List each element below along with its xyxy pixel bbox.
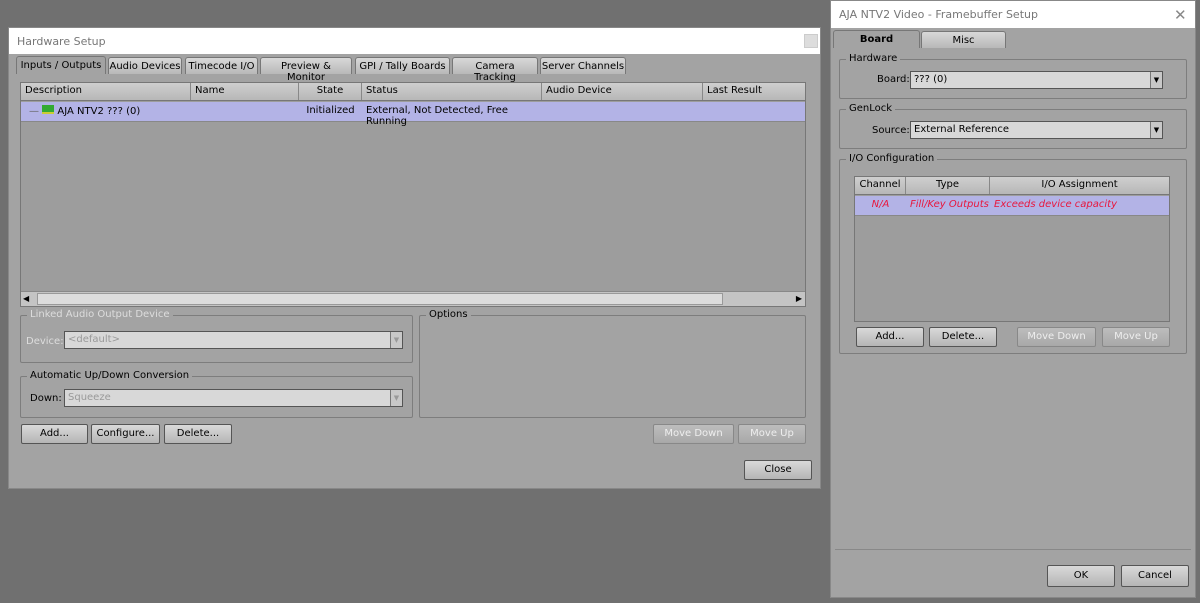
close-icon[interactable]	[804, 34, 818, 48]
col-last-result[interactable]: Last Result	[703, 83, 805, 100]
chevron-down-icon: ▼	[1150, 72, 1162, 88]
genlock-group: GenLock Source: External Reference ▼	[839, 103, 1187, 149]
scroll-right-icon[interactable]: ▶	[796, 294, 802, 303]
col-type[interactable]: Type	[906, 177, 990, 194]
move-up-button[interactable]: Move Up	[738, 424, 806, 444]
table-row[interactable]: — AJA NTV2 ??? (0) Initialized External,…	[21, 102, 805, 127]
move-down-button[interactable]: Move Down	[653, 424, 734, 444]
row-status: External, Not Detected, Free Running	[366, 105, 508, 127]
framebuffer-setup-window: AJA NTV2 Video - Framebuffer Setup ✕ Boa…	[830, 0, 1196, 598]
title-bar: AJA NTV2 Video - Framebuffer Setup	[831, 1, 1195, 28]
options-legend: Options	[426, 309, 471, 320]
linked-audio-legend: Linked Audio Output Device	[27, 309, 173, 320]
col-name[interactable]: Name	[191, 83, 299, 100]
table-header: Channel Type I/O Assignment	[855, 177, 1169, 195]
tab-audio-devices[interactable]: Audio Devices	[108, 57, 182, 74]
down-select[interactable]: Squeeze ▼	[64, 389, 403, 407]
ok-button[interactable]: OK	[1047, 565, 1115, 587]
configure-button[interactable]: Configure...	[91, 424, 160, 444]
down-value: Squeeze	[68, 392, 111, 403]
tab-gpi-tally[interactable]: GPI / Tally Boards	[355, 57, 450, 74]
io-table: Channel Type I/O Assignment N/A Fill/Key…	[854, 176, 1170, 322]
close-icon[interactable]: ✕	[1174, 6, 1187, 24]
tab-server-channels[interactable]: Server Channels	[540, 57, 626, 74]
hardware-setup-window: Hardware Setup Inputs / Outputs Audio De…	[8, 27, 821, 489]
tab-inputs-outputs[interactable]: Inputs / Outputs	[16, 56, 106, 74]
device-select[interactable]: <default> ▼	[64, 331, 403, 349]
row-state: Initialized	[306, 105, 355, 116]
hardware-group: Hardware Board: ??? (0) ▼	[839, 53, 1187, 99]
chevron-down-icon: ▼	[1150, 122, 1162, 138]
table-row[interactable]: N/A Fill/Key Outputs Exceeds device capa…	[855, 196, 1169, 216]
delete-button[interactable]: Delete...	[929, 327, 997, 347]
row-type: Fill/Key Outputs	[910, 199, 989, 210]
horizontal-scrollbar[interactable]: ◀ ▶	[21, 291, 805, 306]
table-header: Description Name State Status Audio Devi…	[21, 83, 805, 101]
col-audio-device[interactable]: Audio Device	[542, 83, 703, 100]
device-label: Device:	[26, 336, 64, 347]
io-config-group: I/O Configuration Channel Type I/O Assig…	[839, 153, 1187, 354]
source-value: External Reference	[914, 124, 1010, 135]
source-label: Source:	[872, 125, 910, 136]
add-button[interactable]: Add...	[856, 327, 924, 347]
down-label: Down:	[30, 393, 62, 404]
tab-preview-monitor[interactable]: Preview & Monitor	[260, 57, 352, 83]
hardware-legend: Hardware	[846, 53, 901, 64]
conversion-legend: Automatic Up/Down Conversion	[27, 370, 193, 381]
row-channel: N/A	[871, 199, 890, 210]
divider	[835, 549, 1191, 550]
genlock-legend: GenLock	[846, 103, 896, 114]
io-config-legend: I/O Configuration	[846, 153, 938, 164]
chevron-down-icon: ▼	[390, 332, 402, 348]
board-value: ??? (0)	[914, 74, 948, 85]
title-bar: Hardware Setup	[9, 28, 820, 54]
linked-audio-group: Linked Audio Output Device Device: <defa…	[20, 309, 413, 363]
row-name	[191, 102, 299, 121]
close-button[interactable]: Close	[744, 460, 812, 480]
move-down-button[interactable]: Move Down	[1017, 327, 1096, 347]
col-description[interactable]: Description	[21, 83, 191, 100]
move-up-button[interactable]: Move Up	[1102, 327, 1170, 347]
conversion-group: Automatic Up/Down Conversion Down: Squee…	[20, 370, 413, 418]
device-value: <default>	[68, 334, 120, 345]
scrollbar-thumb[interactable]	[37, 293, 723, 305]
device-table: Description Name State Status Audio Devi…	[20, 82, 806, 307]
tab-camera-tracking[interactable]: Camera Tracking	[452, 57, 538, 83]
row-description: AJA NTV2 ??? (0)	[57, 106, 141, 117]
tab-misc[interactable]: Misc	[921, 31, 1006, 48]
window-title: Hardware Setup	[17, 35, 106, 48]
board-select[interactable]: ??? (0) ▼	[910, 71, 1163, 89]
chevron-down-icon: ▼	[390, 390, 402, 406]
options-group: Options	[419, 309, 806, 418]
window-title: AJA NTV2 Video - Framebuffer Setup	[839, 8, 1038, 21]
col-io-assignment[interactable]: I/O Assignment	[990, 177, 1169, 194]
board-icon	[42, 105, 55, 114]
cancel-button[interactable]: Cancel	[1121, 565, 1189, 587]
board-label: Board:	[877, 74, 910, 85]
tab-board[interactable]: Board	[833, 30, 920, 48]
source-select[interactable]: External Reference ▼	[910, 121, 1163, 139]
scroll-left-icon[interactable]: ◀	[23, 294, 29, 303]
row-assignment: Exceeds device capacity	[994, 199, 1118, 210]
col-status[interactable]: Status	[362, 83, 542, 100]
delete-button[interactable]: Delete...	[164, 424, 232, 444]
tab-timecode-io[interactable]: Timecode I/O	[185, 57, 258, 74]
add-button[interactable]: Add...	[21, 424, 88, 444]
col-channel[interactable]: Channel	[855, 177, 906, 194]
col-state[interactable]: State	[299, 83, 362, 100]
